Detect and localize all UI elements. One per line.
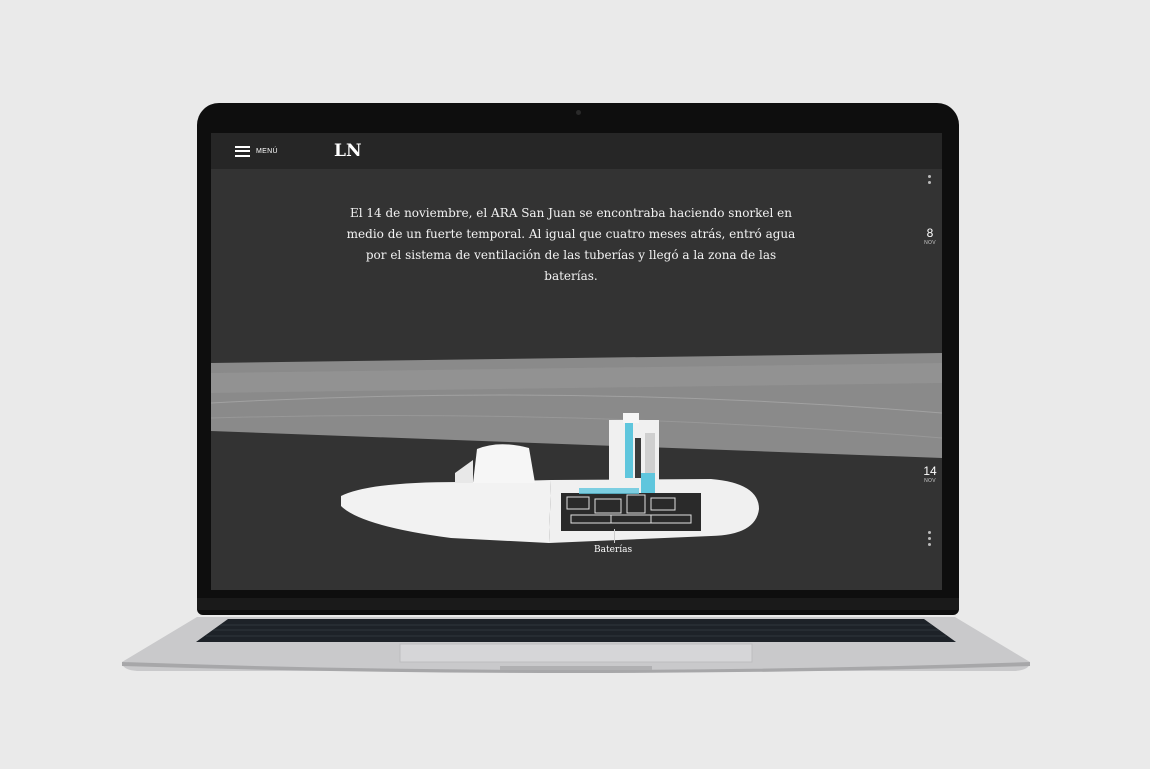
webcam [576, 110, 581, 115]
laptop-screen: MENÚ LN El 14 de noviembre, el ARA San J… [211, 133, 942, 590]
batteries-pointer [614, 529, 615, 543]
timeline-month: NOV [924, 240, 936, 246]
top-navigation-bar: MENÚ LN [211, 133, 942, 169]
site-logo[interactable]: LN [334, 141, 362, 161]
story-paragraph: El 14 de noviembre, el ARA San Juan se e… [346, 206, 796, 283]
timeline-day: 14 [923, 464, 937, 478]
submarine-3d-scene [211, 343, 942, 590]
batteries-label: Baterías [594, 545, 633, 555]
timeline-dots [928, 175, 931, 184]
timeline-nav: 8 NOV 14 NOV [918, 169, 942, 590]
timeline-date-8[interactable]: 8 NOV [918, 226, 942, 247]
laptop-keyboard-base [122, 617, 1030, 673]
menu-button[interactable]: MENÚ [235, 142, 278, 160]
hamburger-menu-icon [235, 145, 250, 157]
laptop-chin [197, 598, 959, 610]
timeline-dots [928, 531, 931, 546]
menu-label: MENÚ [256, 147, 278, 155]
timeline-month: NOV [924, 478, 936, 484]
timeline-date-14[interactable]: 14 NOV [918, 464, 942, 485]
timeline-day: 8 [926, 226, 934, 240]
